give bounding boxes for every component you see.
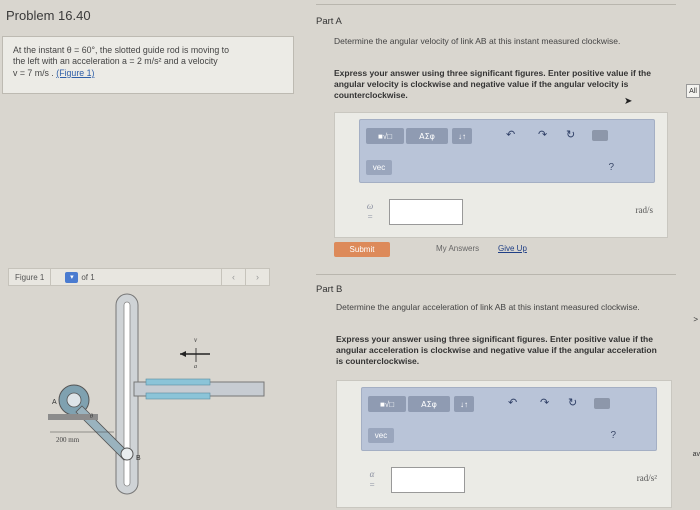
problem-statement: At the instant θ = 60°, the slotted guid… xyxy=(2,36,294,94)
omega-label: ω = xyxy=(366,201,374,222)
subscript-button[interactable]: ↓↑ xyxy=(454,396,474,412)
reset-icon[interactable]: ↻ xyxy=(568,396,577,409)
rod-guide-bottom xyxy=(145,392,211,400)
figure-select-dropdown[interactable]: ▾ xyxy=(65,271,79,283)
alpha-answer-input[interactable] xyxy=(391,467,465,493)
statement-line-2: the left with an acceleration a = 2 m/s²… xyxy=(13,56,218,67)
part-a: Part A Determine the angular velocity of… xyxy=(298,2,700,260)
dimension-label: 200 mm xyxy=(56,436,80,444)
chevron-left-icon[interactable]: ‹ xyxy=(221,269,245,285)
part-b-answer-panel: ■√□ ΑΣφ ↓↑ ↶ ↷ ↻ vec ? α = rad/s² xyxy=(336,380,672,508)
part-a-instruction: Express your answer using three signific… xyxy=(334,68,651,101)
keyboard-icon[interactable] xyxy=(592,130,608,141)
label-b-point: B xyxy=(136,455,141,462)
part-b-instruction: Express your answer using three signific… xyxy=(336,334,657,367)
figure-navigator: Figure 1 ▾ of 1 ‹ › xyxy=(8,268,270,286)
give-up-link[interactable]: Give Up xyxy=(498,244,527,253)
acceleration-arrowhead xyxy=(180,351,186,357)
greek-symbols-button[interactable]: ΑΣφ xyxy=(406,128,448,144)
math-toolbar: ■√□ ΑΣφ ↓↑ ↶ ↷ ↻ vec ? xyxy=(361,387,657,451)
part-a-title[interactable]: Part A xyxy=(316,16,342,27)
vec-button[interactable]: vec xyxy=(368,428,394,443)
templates-button[interactable]: ■√□ xyxy=(368,396,406,412)
problem-title: Problem 16.40 xyxy=(6,8,91,23)
redo-icon[interactable]: ↷ xyxy=(538,128,547,141)
templates-button[interactable]: ■√□ xyxy=(366,128,404,144)
figure-label: Figure 1 xyxy=(9,269,52,285)
edge-fragment-1: > xyxy=(693,315,698,324)
greek-symbols-button[interactable]: ΑΣφ xyxy=(408,396,450,412)
label-a: a xyxy=(194,364,197,370)
math-toolbar: ■√□ ΑΣφ ↓↑ ↶ ↷ ↻ vec ? xyxy=(359,119,655,183)
pivot-a-hub xyxy=(66,392,82,408)
part-a-divider xyxy=(316,4,676,5)
label-theta: θ xyxy=(90,414,93,420)
my-answers-link[interactable]: My Answers xyxy=(436,244,479,253)
redo-icon[interactable]: ↷ xyxy=(540,396,549,409)
undo-icon[interactable]: ↶ xyxy=(506,128,515,141)
help-icon[interactable]: ? xyxy=(610,430,616,441)
edge-all-tab[interactable]: All xyxy=(686,84,700,98)
omega-answer-input[interactable] xyxy=(389,199,463,225)
mechanism-figure: v a A B θ 200 mm xyxy=(48,293,265,495)
subscript-button[interactable]: ↓↑ xyxy=(452,128,472,144)
pin-b xyxy=(120,447,134,461)
help-icon[interactable]: ? xyxy=(608,162,614,173)
alpha-unit: rad/s² xyxy=(636,473,657,483)
part-b-divider xyxy=(316,274,676,275)
figure-count: of 1 xyxy=(81,272,95,282)
statement-line-3: v = 7 m/s . xyxy=(13,67,54,78)
label-v: v xyxy=(194,336,198,344)
part-a-answer-panel: ■√□ ΑΣφ ↓↑ ↶ ↷ ↻ vec ? ω = rad/s xyxy=(334,112,668,238)
label-a-point: A xyxy=(52,399,57,406)
part-b: Part B Determine the angular acceleratio… xyxy=(298,272,700,510)
part-b-question: Determine the angular acceleration of li… xyxy=(336,302,640,312)
figure-link[interactable]: (Figure 1) xyxy=(56,68,94,78)
part-b-title[interactable]: Part B xyxy=(316,284,342,295)
chevron-right-icon[interactable]: › xyxy=(245,269,269,285)
keyboard-icon[interactable] xyxy=(594,398,610,409)
undo-icon[interactable]: ↶ xyxy=(508,396,517,409)
alpha-label: α = xyxy=(368,469,376,490)
submit-button[interactable]: Submit xyxy=(334,242,390,257)
vec-button[interactable]: vec xyxy=(366,160,392,175)
rod-guide-top xyxy=(145,378,211,386)
omega-unit: rad/s xyxy=(635,205,654,215)
part-a-question: Determine the angular velocity of link A… xyxy=(334,36,621,46)
edge-fragment-2: av xyxy=(692,451,700,458)
statement-line-1: At the instant θ = 60°, the slotted guid… xyxy=(13,45,229,55)
mouse-cursor-icon: ➤ xyxy=(624,96,633,107)
reset-icon[interactable]: ↻ xyxy=(566,128,575,141)
